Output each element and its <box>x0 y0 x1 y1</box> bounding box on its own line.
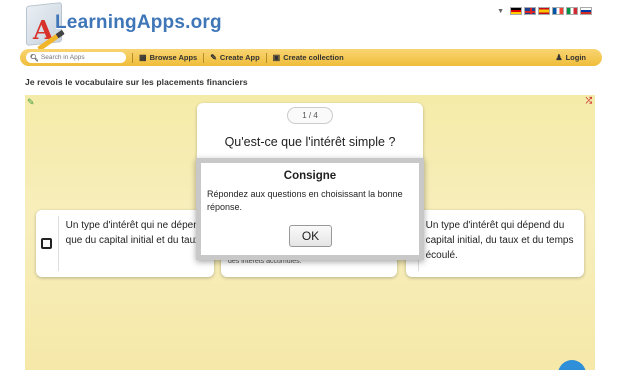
flag-it-icon[interactable] <box>566 7 578 15</box>
question-counter: 1 / 4 <box>287 107 333 124</box>
search-input[interactable] <box>40 54 125 61</box>
create-collection-label: Create collection <box>283 53 344 62</box>
pencil-icon: ✎ <box>210 53 217 62</box>
browse-apps-link[interactable]: ▦ Browse Apps <box>139 53 197 62</box>
ok-button[interactable]: OK <box>289 225 332 247</box>
user-icon: ♟ <box>555 53 563 62</box>
answer-text: Un type d'intérêt qui ne dépend que du c… <box>65 220 205 246</box>
search-icon: 🔍︎ <box>30 54 39 62</box>
browse-apps-label: Browse Apps <box>149 53 198 62</box>
flag-ru-icon[interactable] <box>580 7 592 15</box>
login-label: Login <box>565 53 586 62</box>
create-app-link[interactable]: ✎ Create App <box>210 53 259 62</box>
logo[interactable]: A LearningApps.org <box>22 0 222 52</box>
grid-icon: ▦ <box>139 53 147 62</box>
flag-fr-icon[interactable] <box>552 7 564 15</box>
flag-en-icon[interactable] <box>524 7 536 15</box>
page-title: Je revois le vocabulaire sur les placeme… <box>25 77 248 87</box>
main-navbar: 🔍︎ ▦ Browse Apps ✎ Create App ▣ Create c… <box>20 49 602 66</box>
create-app-label: Create App <box>219 53 260 62</box>
caret-down-icon[interactable]: ▼ <box>497 8 504 15</box>
collection-icon: ▣ <box>272 53 281 62</box>
flag-es-icon[interactable] <box>538 7 550 15</box>
answer-option[interactable]: Un type d'intérêt qui ne dépend que du c… <box>36 210 214 277</box>
nav-divider <box>132 52 133 63</box>
search-box[interactable]: 🔍︎ <box>26 52 126 63</box>
question-card: 1 / 4 Qu'est-ce que l'intérêt simple ? <box>197 103 423 165</box>
dialog-text: Répondez aux questions en choisissant la… <box>207 189 403 212</box>
logo-text: LearningApps.org <box>55 12 222 33</box>
answer-option[interactable]: Un type d'intérêt qui dépend du capital … <box>406 210 584 277</box>
question-text: Qu'est-ce que l'intérêt simple ? <box>224 135 396 149</box>
checkbox-cell[interactable] <box>36 216 59 271</box>
login-link[interactable]: ♟ Login <box>555 53 586 62</box>
language-selector[interactable]: ▼ <box>497 7 592 15</box>
answer-checkbox[interactable] <box>41 238 53 249</box>
nav-divider <box>203 52 205 63</box>
flag-de-icon[interactable] <box>510 7 522 15</box>
dialog-title: Consigne <box>283 170 337 182</box>
nav-divider <box>265 52 267 63</box>
help-icon[interactable]: ✎ <box>27 97 35 108</box>
instructions-dialog: Consigne Répondez aux questions en chois… <box>196 158 424 260</box>
answer-text: Un type d'intérêt qui dépend du capital … <box>425 220 574 261</box>
create-collection-link[interactable]: ▣ Create collection <box>273 53 344 62</box>
fullscreen-icon[interactable]: ⤮ <box>586 96 592 106</box>
